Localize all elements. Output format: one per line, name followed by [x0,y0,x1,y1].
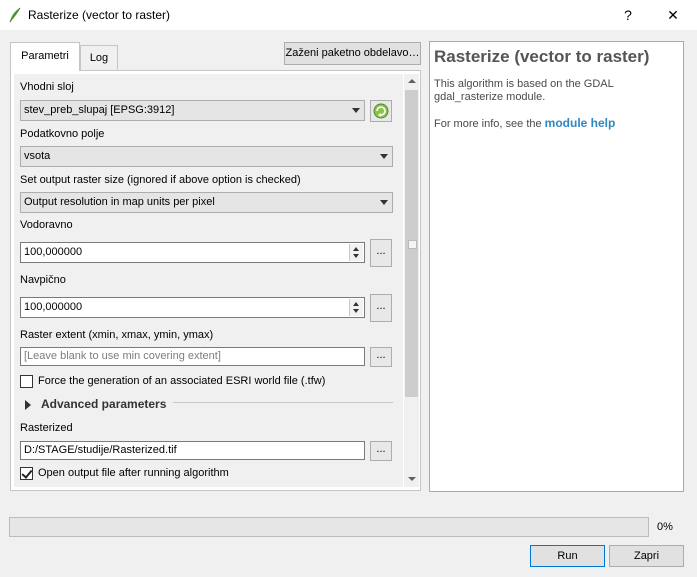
extent-placeholder: [Leave blank to use min covering extent] [24,350,221,362]
vertical-value: 100,000000 [24,301,83,313]
tab-parametri[interactable]: Parametri [10,42,80,71]
help-more-info: For more info, see the module help [434,116,615,130]
extent-dots-button[interactable]: ... [370,347,392,367]
input-layer-combo[interactable]: stev_preb_slupaj [EPSG:3912] [20,100,365,121]
module-help-link[interactable]: module help [545,116,616,130]
tab-log[interactable]: Log [80,45,118,70]
advanced-divider [173,402,393,403]
chevron-right-icon[interactable] [25,400,31,410]
help-more-prefix: For more info, see the [434,118,545,130]
advanced-parameters-toggle[interactable]: Advanced parameters [41,397,166,411]
attribute-field-label: Podatkovno polje [20,128,105,140]
horizontal-value: 100,000000 [24,246,83,258]
help-description: This algorithm is based on the GDAL gdal… [434,78,614,103]
output-size-combo[interactable]: Output resolution in map units per pixel [20,192,393,213]
vertical-label: Navpično [20,274,66,286]
world-file-checkbox[interactable] [20,375,33,388]
vertical-dots-button[interactable]: ... [370,294,392,322]
horizontal-spinbox[interactable]: 100,000000 [20,242,365,263]
help-panel [429,41,684,492]
help-title: Rasterize (vector to raster) [434,47,650,66]
horizontal-dots-button[interactable]: ... [370,239,392,267]
close-button[interactable]: Zapri [609,545,684,567]
world-file-label: Force the generation of an associated ES… [38,375,326,387]
chevron-down-icon [380,154,388,159]
scrollbar-thumb[interactable] [405,90,418,397]
open-output-label: Open output file after running algorithm [38,467,229,479]
run-button[interactable]: Run [530,545,605,567]
progress-bar [9,517,649,537]
input-layer-value: stev_preb_slupaj [EPSG:3912] [24,104,175,116]
vertical-spinbox[interactable]: 100,000000 [20,297,365,318]
chevron-down-icon [380,200,388,205]
output-size-label: Set output raster size (ignored if above… [20,174,301,186]
extent-input[interactable]: [Leave blank to use min covering extent] [20,347,365,366]
output-size-value: Output resolution in map units per pixel [24,196,215,208]
extent-label: Raster extent (xmin, xmax, ymin, ymax) [20,329,214,341]
scroll-down-icon[interactable] [404,472,419,487]
rasterized-label: Rasterized [20,422,73,434]
open-output-checkbox[interactable] [20,467,33,480]
attribute-field-combo[interactable]: vsota [20,146,393,167]
input-layer-label: Vhodni sloj [20,81,74,93]
window-title: Rasterize (vector to raster) [28,8,171,22]
close-window-button[interactable]: ✕ [656,4,690,26]
horizontal-label: Vodoravno [20,219,73,231]
qgis-icon [8,7,22,23]
progress-text: 0% [657,521,673,533]
scroll-up-icon[interactable] [404,74,419,89]
spinbox-arrows-icon[interactable] [349,244,363,261]
batch-process-button[interactable]: Zaženi paketno obdelavo… [284,42,421,65]
iterate-button[interactable] [370,100,392,122]
refresh-icon [373,103,389,119]
rasterized-output-value: D:/STAGE/studije/Rasterized.tif [24,444,177,456]
help-button[interactable]: ? [614,4,642,26]
rasterized-output-input[interactable]: D:/STAGE/studije/Rasterized.tif [20,441,365,460]
attribute-field-value: vsota [24,150,51,162]
chevron-down-icon [352,108,360,113]
spinbox-arrows-icon[interactable] [349,299,363,316]
rasterized-dots-button[interactable]: ... [370,441,392,461]
